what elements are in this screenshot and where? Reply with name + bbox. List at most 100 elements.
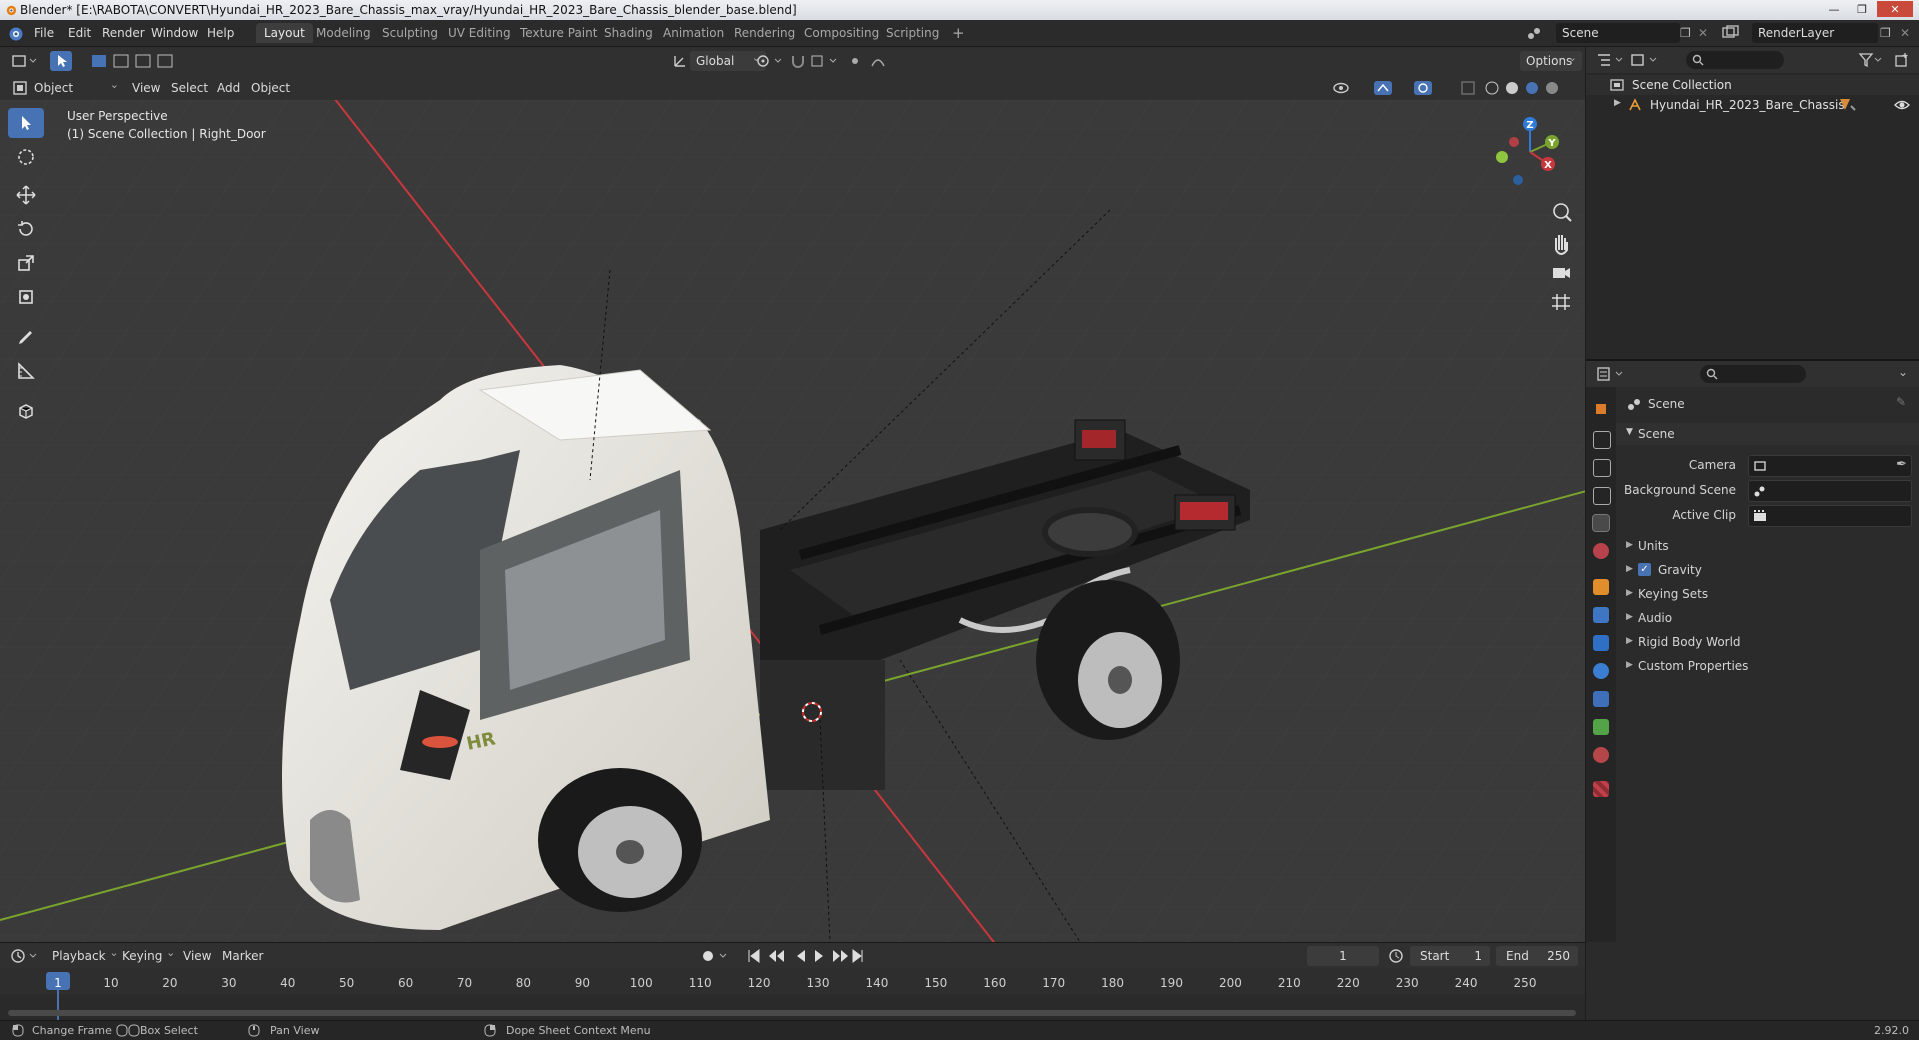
3d-viewport[interactable]: HR User Perspective (1) Scene Collection… (0, 100, 1585, 942)
tab-layout[interactable]: Layout (256, 23, 313, 43)
delete-view-layer-icon[interactable]: ✕ (1900, 26, 1910, 40)
background-scene-field[interactable] (1748, 480, 1912, 502)
units-panel[interactable]: ▶ Units (1616, 535, 1919, 557)
transform-tool[interactable] (8, 282, 44, 312)
view-layer-selector[interactable]: RenderLayer (1752, 23, 1878, 43)
modifier-tab-icon[interactable] (1593, 607, 1609, 623)
menu-render[interactable]: Render (102, 26, 145, 40)
output-tab-icon[interactable] (1593, 459, 1611, 477)
proportional-editing-icon[interactable] (850, 53, 900, 69)
outliner-row-object[interactable]: ▶ Hyundai_HR_2023_Bare_Chassis (1586, 95, 1919, 115)
add-cube-tool[interactable] (8, 396, 44, 426)
audio-panel[interactable]: ▶ Audio (1616, 607, 1919, 629)
scale-tool[interactable] (8, 248, 44, 278)
viewport-shading-controls[interactable] (1332, 79, 1582, 97)
viewport-menu-object[interactable]: Object (251, 78, 290, 98)
editor-type-icon[interactable] (12, 53, 38, 69)
menu-file[interactable]: File (34, 26, 54, 40)
rotate-tool[interactable] (8, 214, 44, 244)
scene-selector[interactable]: Scene (1556, 23, 1680, 43)
selection-mode-icons[interactable] (90, 52, 186, 70)
tab-rendering[interactable]: Rendering (726, 23, 803, 43)
timeline-view-menu[interactable]: View (183, 946, 211, 966)
tab-modeling[interactable]: Modeling (308, 23, 379, 43)
tab-uv-editing[interactable]: UV Editing (440, 23, 519, 43)
maximize-button[interactable]: ❐ (1849, 1, 1875, 17)
cursor-tool[interactable] (8, 142, 44, 172)
viewport-menu-add[interactable]: Add (217, 78, 240, 98)
timeline-area[interactable]: 1 10 20 30 40 50 60 70 80 90 100 110 120 130 140 150 160… (0, 968, 1585, 1020)
delete-scene-icon[interactable]: ✕ (1698, 26, 1708, 40)
scene-icon[interactable] (1526, 25, 1542, 41)
properties-options-icon[interactable]: ⌄ (1898, 365, 1908, 379)
minimize-button[interactable]: — (1821, 1, 1847, 17)
visibility-eye-icon[interactable] (1894, 98, 1910, 112)
tab-texture-paint[interactable]: Texture Paint (512, 23, 605, 43)
filter-icon[interactable] (1858, 52, 1882, 68)
add-workspace-button[interactable]: + (944, 23, 973, 43)
gravity-panel[interactable]: ▶ ✓ Gravity (1616, 559, 1919, 581)
custom-properties-panel[interactable]: ▶ Custom Properties (1616, 655, 1919, 677)
keying-sets-panel[interactable]: ▶ Keying Sets (1616, 583, 1919, 605)
select-tool-active-icon[interactable] (50, 51, 72, 71)
start-frame-field[interactable]: Start 1 (1410, 946, 1490, 966)
render-tab-icon[interactable] (1593, 431, 1611, 449)
outliner-editor-icon[interactable] (1596, 52, 1624, 68)
playback-menu[interactable]: Playback (46, 943, 124, 966)
tab-sculpting[interactable]: Sculpting (374, 23, 446, 43)
menu-window[interactable]: Window (151, 26, 198, 40)
timeline-marker-menu[interactable]: Marker (222, 946, 263, 966)
timeline-editor-icon[interactable] (10, 948, 38, 964)
tab-animation[interactable]: Animation (655, 23, 732, 43)
scene-tab-icon[interactable] (1592, 514, 1610, 532)
select-box-tool[interactable] (8, 108, 44, 138)
texture-tab-icon[interactable] (1593, 781, 1609, 797)
physics-tab-icon[interactable] (1593, 663, 1609, 679)
pin-icon[interactable]: ✎ (1896, 395, 1906, 409)
viewport-menu-view[interactable]: View (132, 78, 160, 98)
timeline-scrollbar[interactable] (8, 1010, 1576, 1016)
view-layer-tab-icon[interactable] (1593, 487, 1611, 505)
menu-edit[interactable]: Edit (68, 26, 91, 40)
rigid-body-world-panel[interactable]: ▶ Rigid Body World (1616, 631, 1919, 653)
menu-help[interactable]: Help (207, 26, 234, 40)
properties-editor-icon[interactable] (1596, 366, 1624, 382)
snapping-icon[interactable] (790, 53, 850, 69)
active-clip-field[interactable] (1748, 505, 1912, 527)
auto-keying-icon[interactable] (700, 948, 730, 964)
material-tab-icon[interactable] (1593, 747, 1609, 763)
pivot-point-icon[interactable] (755, 53, 785, 69)
viewport-menu-select[interactable]: Select (171, 78, 208, 98)
tab-shading[interactable]: Shading (596, 23, 661, 43)
close-button[interactable]: ✕ (1877, 1, 1913, 17)
view-layer-icon[interactable] (1722, 25, 1740, 41)
viewport-nav-buttons[interactable] (1548, 198, 1574, 318)
new-scene-icon[interactable]: ❐ (1680, 26, 1691, 40)
end-frame-field[interactable]: End 250 (1496, 946, 1578, 966)
data-tab-icon[interactable] (1593, 719, 1609, 735)
timeline-ruler[interactable]: 1 10 20 30 40 50 60 70 80 90 100 110 120 130 140 150 160… (0, 968, 1585, 994)
world-tab-icon[interactable] (1593, 543, 1609, 559)
tab-scripting[interactable]: Scripting (878, 23, 947, 43)
new-collection-icon[interactable] (1894, 52, 1910, 68)
tab-compositing[interactable]: Compositing (796, 23, 887, 43)
outliner-search-input[interactable] (1686, 51, 1784, 69)
navigation-gizmo[interactable]: Z Y X (1490, 112, 1570, 192)
camera-field[interactable]: ✒ (1748, 455, 1912, 477)
move-tool[interactable] (8, 180, 44, 210)
modifier-icon[interactable] (1838, 97, 1858, 113)
preview-range-icon[interactable] (1388, 948, 1404, 964)
tool-tab-icon[interactable] (1593, 401, 1609, 417)
blender-menu-icon[interactable] (6, 24, 24, 42)
gravity-checkbox[interactable]: ✓ (1638, 563, 1651, 576)
expand-arrow-icon[interactable]: ▶ (1614, 98, 1621, 108)
eyedropper-icon[interactable]: ✒ (1896, 457, 1907, 472)
options-dropdown[interactable]: Options (1520, 48, 1582, 71)
display-mode-icon[interactable] (1630, 52, 1658, 68)
new-view-layer-icon[interactable]: ❐ (1880, 26, 1891, 40)
object-tab-icon[interactable] (1593, 579, 1609, 595)
playback-controls[interactable] (745, 947, 865, 965)
measure-tool[interactable] (8, 356, 44, 386)
current-frame-field[interactable]: 1 (1307, 946, 1379, 966)
particles-tab-icon[interactable] (1593, 635, 1609, 651)
